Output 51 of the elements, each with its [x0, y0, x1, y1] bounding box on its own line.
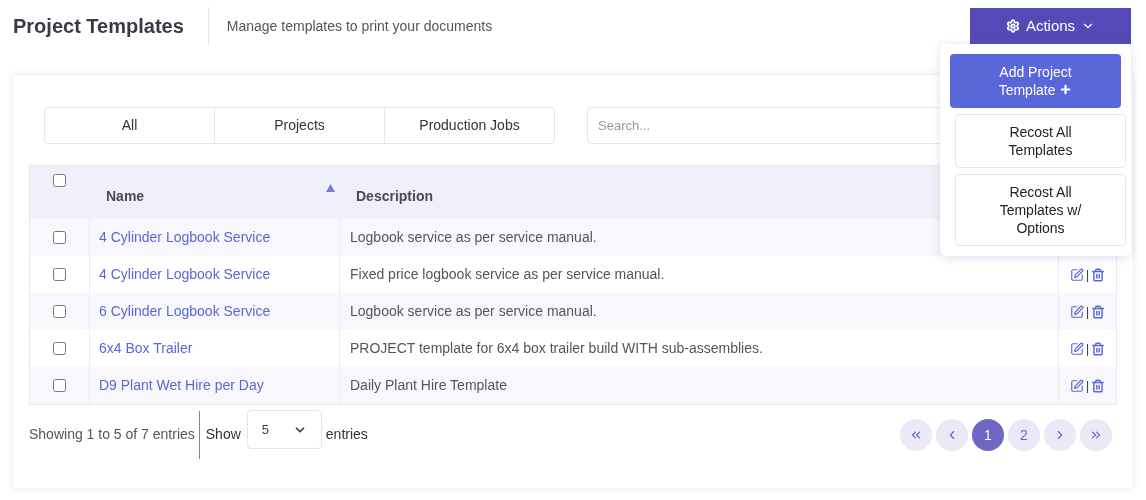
row-checkbox[interactable] — [53, 342, 66, 355]
plus-icon — [1059, 83, 1073, 96]
action-separator: | — [1085, 340, 1090, 358]
table-cell-text: Logbook service as per service manual. — [350, 228, 597, 247]
filter-tab[interactable]: Production Jobs — [384, 108, 554, 143]
show-label: Show — [204, 425, 242, 444]
action-separator: | — [1085, 377, 1090, 395]
first-page-button[interactable] — [900, 419, 932, 451]
edit-icon[interactable] — [1069, 304, 1084, 319]
edit-icon[interactable] — [1069, 341, 1084, 356]
entries-label: entries — [324, 425, 369, 444]
column-header[interactable]: Description — [356, 186, 433, 207]
filter-tab[interactable]: All — [45, 108, 214, 143]
action-separator: | — [1085, 303, 1090, 321]
last-page-button[interactable] — [1080, 419, 1112, 451]
row-checkbox[interactable] — [53, 379, 66, 392]
table-cell-text: PROJECT template for 6x4 box trailer build WITH sub-assemblies. — [350, 339, 763, 358]
menu-item[interactable]: Recost All Templates w/ Options — [955, 174, 1126, 246]
gear-icon — [1005, 19, 1020, 33]
page-subtitle: Manage templates to print your documents — [225, 16, 493, 36]
sort-arrow-icon[interactable] — [326, 184, 335, 192]
edit-icon[interactable] — [1069, 267, 1084, 282]
entries-info: Showing 1 to 5 of 7 entries — [29, 425, 196, 444]
edit-icon[interactable] — [1069, 378, 1084, 393]
select-all-checkbox[interactable] — [53, 174, 66, 187]
trash-icon[interactable] — [1091, 267, 1106, 282]
page-button[interactable]: 2 — [1008, 419, 1040, 451]
actions-button[interactable]: Actions — [970, 8, 1131, 44]
page-title: Project Templates — [13, 13, 185, 39]
template-link[interactable]: 4 Cylinder Logbook Service — [99, 264, 271, 285]
row-checkbox[interactable] — [53, 268, 66, 281]
template-link[interactable]: D9 Plant Wet Hire per Day — [99, 375, 264, 396]
action-separator: | — [1085, 266, 1090, 284]
trash-icon[interactable] — [1091, 304, 1106, 319]
row-checkbox[interactable] — [53, 231, 66, 244]
filter-tab[interactable]: Projects — [214, 108, 384, 143]
page-button[interactable]: 1 — [972, 419, 1004, 451]
row-checkbox[interactable] — [53, 305, 66, 318]
table-cell-text: Logbook service as per service manual. — [350, 302, 597, 321]
trash-icon[interactable] — [1091, 341, 1106, 356]
double-chevron-right-icon — [1089, 428, 1103, 442]
template-link[interactable]: 6x4 Box Trailer — [99, 338, 193, 359]
table-cell-text: Fixed price logbook service as per service manual. — [350, 265, 665, 284]
trash-icon[interactable] — [1091, 378, 1106, 393]
table-cell-text: Daily Plant Hire Template — [350, 376, 507, 395]
template-link[interactable]: 4 Cylinder Logbook Service — [99, 227, 271, 248]
double-chevron-left-icon — [909, 428, 923, 442]
menu-item[interactable]: Recost All Templates — [955, 114, 1126, 168]
column-header[interactable]: Name — [106, 186, 145, 207]
page-size-select[interactable]: 5 — [246, 410, 322, 449]
template-link[interactable]: 6 Cylinder Logbook Service — [99, 301, 271, 322]
